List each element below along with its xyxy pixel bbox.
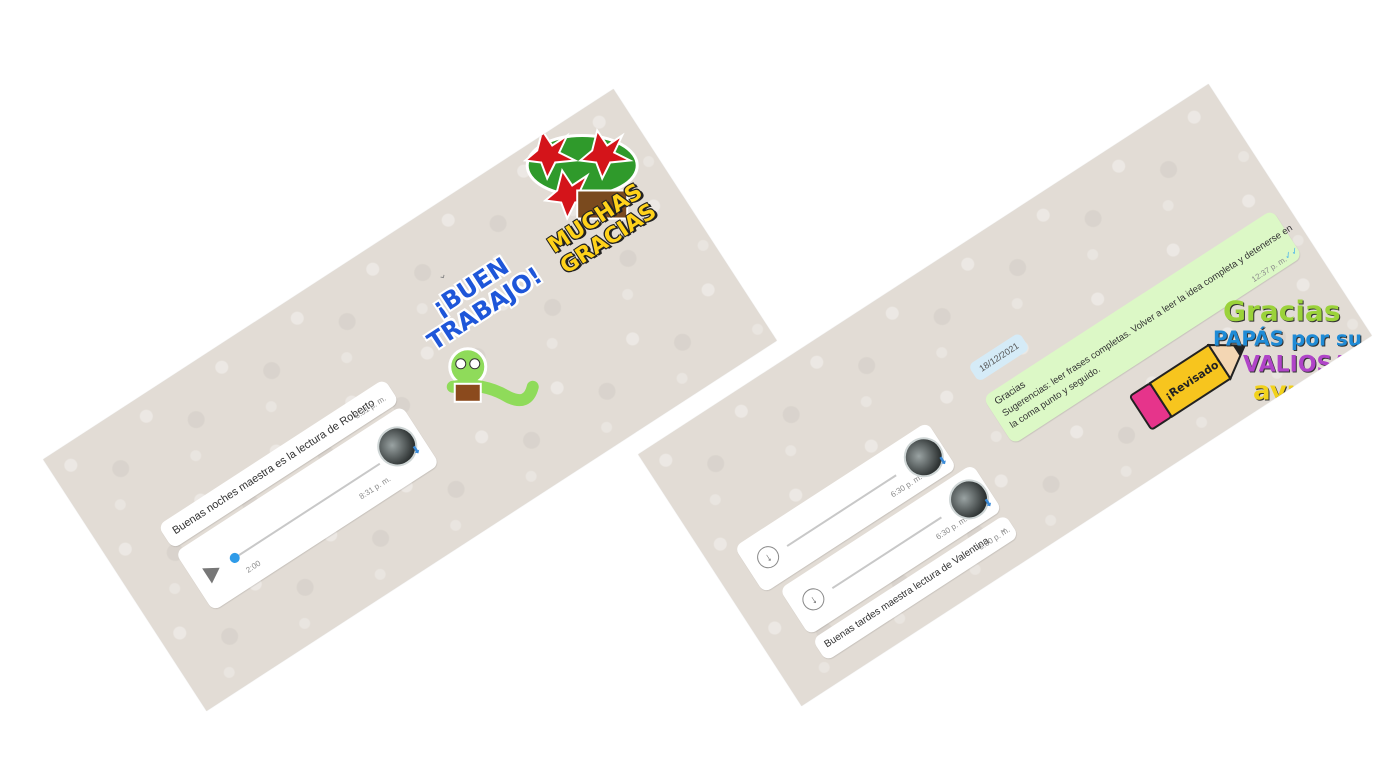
gracias-word: Gracias <box>1223 294 1341 328</box>
right-chat-panel: ↓ 6:30 p. m. ⬇ ↓ 6:30 p. m. ⬇ Buenas tar… <box>638 84 1372 706</box>
download-icon: ⬇ <box>409 443 424 459</box>
audio-timestamp: 8:31 p. m. <box>357 474 393 502</box>
papas-word: PAPÁS por su <box>1213 326 1363 351</box>
download-icon: ⬇ <box>936 453 951 469</box>
download-circle-icon[interactable]: ↓ <box>752 541 784 573</box>
voice-avatar: ⬇ <box>941 471 997 528</box>
sticker-gracias-papas[interactable]: Gracias PAPÁS por su VALIOSA ayuda Arte … <box>1213 295 1372 425</box>
ayuda-word: ayuda <box>1253 376 1342 407</box>
sticker-buen-trabajo[interactable]: ¡BUEN TRABAJO! <box>403 252 563 422</box>
download-icon: ⬇ <box>981 495 996 512</box>
sticker-muchas-gracias[interactable]: MUCHAS GRACIAS <box>507 110 667 280</box>
valiosa-word: VALIOSA <box>1243 352 1350 378</box>
audio-duration: 2:00 <box>244 558 263 575</box>
reply-timestamp: 12:37 p. m. <box>1249 254 1289 285</box>
play-icon[interactable] <box>202 560 225 584</box>
left-chat-panel: 2:00 8:31 p. m. ⬇ Buenas noches maestra … <box>43 89 777 711</box>
voice-avatar: ⬇ <box>896 429 952 485</box>
brand-text: Arte Kreativo <box>1308 409 1359 419</box>
worm-icon <box>446 347 539 407</box>
download-circle-icon[interactable]: ↓ <box>798 584 829 615</box>
